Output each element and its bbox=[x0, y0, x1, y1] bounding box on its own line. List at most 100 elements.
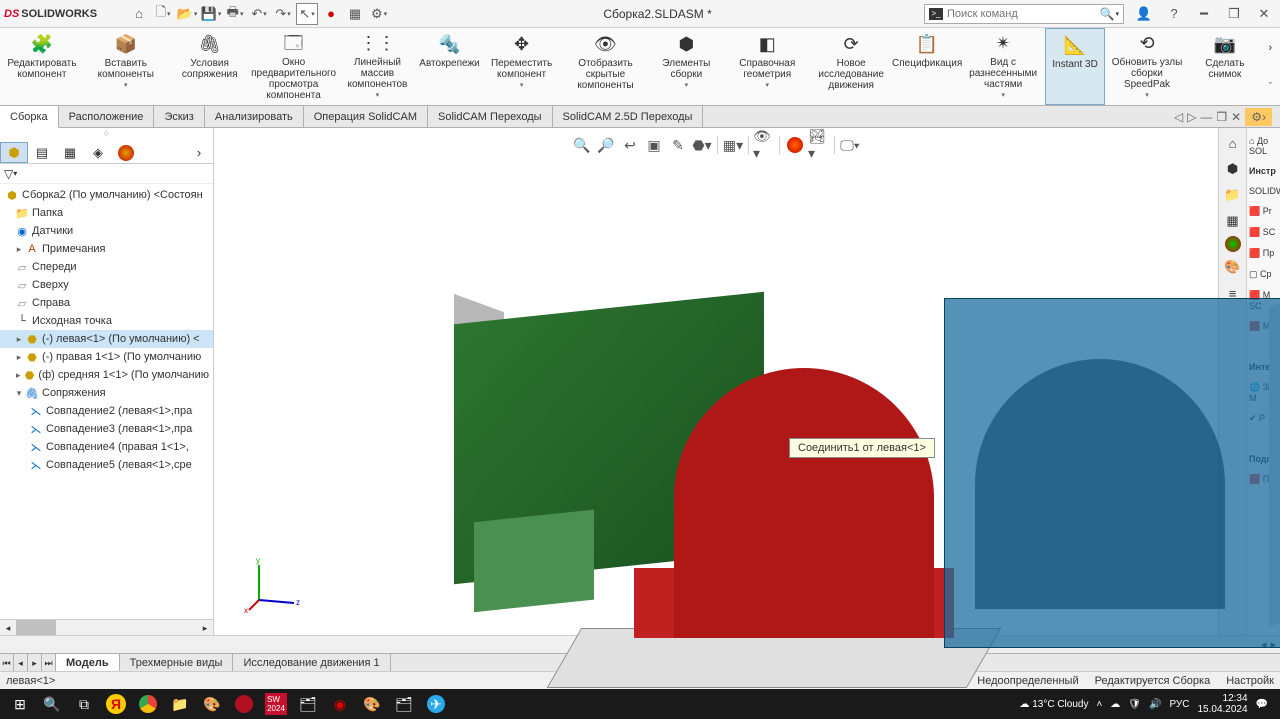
dimxpert-tab-icon[interactable]: ◈ bbox=[84, 142, 112, 163]
select-icon[interactable]: ↖▾ bbox=[296, 3, 318, 25]
panel-next-icon[interactable]: ▷ bbox=[1187, 110, 1196, 124]
bom-button[interactable]: 📋Спецификация bbox=[893, 28, 961, 105]
tree-origin[interactable]: └Исходная точка bbox=[0, 312, 213, 330]
preview-window-button[interactable]: 🗔Окно предварительного просмотра компоне… bbox=[252, 28, 336, 105]
tree-mate-3[interactable]: ⋋Совпадение3 (левая<1>,пра bbox=[0, 420, 213, 438]
tree-part-right[interactable]: ▸⬣(-) правая 1<1> (По умолчанию bbox=[0, 348, 213, 366]
tree-mate-2[interactable]: ⋋Совпадение2 (левая<1>,пра bbox=[0, 402, 213, 420]
view-orientation-icon[interactable]: ⬣▾ bbox=[691, 134, 713, 156]
smart-fasteners-button[interactable]: 🔩Автокрепежи bbox=[419, 28, 479, 105]
mate-button[interactable]: 🖇Условия сопряжения bbox=[168, 28, 252, 105]
tree-part-middle[interactable]: ▸⬣(ф) средняя 1<1> (По умолчанию bbox=[0, 366, 213, 384]
tray-notifications-icon[interactable]: 💬 bbox=[1256, 699, 1268, 710]
tab-solidcam-25d[interactable]: SolidCAM 2.5D Переходы bbox=[553, 106, 704, 127]
app-icon-3[interactable]: 🎨 bbox=[356, 690, 388, 718]
assembly-features-button[interactable]: ⬢Элементы сборки▾ bbox=[647, 28, 725, 105]
panel-max-icon[interactable]: ❐ bbox=[1216, 110, 1227, 124]
tree-root[interactable]: ⬢Сборка2 (По умолчанию) <Состоян bbox=[0, 186, 213, 204]
feature-tree-tab-icon[interactable]: ⬢ bbox=[0, 142, 28, 163]
record-icon[interactable]: ◉ bbox=[324, 690, 356, 718]
minimize-icon[interactable]: ━ bbox=[1193, 3, 1215, 25]
btab-next-icon[interactable]: ▸ bbox=[28, 654, 42, 671]
task-view-icon[interactable]: ⧉ bbox=[68, 690, 100, 718]
insert-components-button[interactable]: 📦Вставить компоненты▾ bbox=[84, 28, 168, 105]
tray-cloud-icon[interactable]: ☁ bbox=[1110, 699, 1120, 710]
tree-sensors[interactable]: ◉Датчики bbox=[0, 222, 213, 240]
filter-icon[interactable]: ▽ bbox=[4, 167, 13, 181]
file-explorer-icon[interactable]: 📁 bbox=[164, 690, 196, 718]
tab-assembly[interactable]: Сборка bbox=[0, 106, 59, 128]
status-settings[interactable]: Настройк bbox=[1226, 675, 1274, 687]
rebuild-icon[interactable]: ● bbox=[320, 3, 342, 25]
close-icon[interactable]: ✕ bbox=[1253, 3, 1275, 25]
solidworks-taskbar-icon[interactable]: SW2024 bbox=[260, 690, 292, 718]
start-button[interactable]: ⊞ bbox=[4, 690, 36, 718]
tray-chevron-icon[interactable]: ˄ bbox=[1096, 699, 1102, 710]
home-icon[interactable]: ⌂ bbox=[128, 3, 150, 25]
tree-mate-4[interactable]: ⋋Совпадение4 (правая 1<1>, bbox=[0, 438, 213, 456]
app-icon-2[interactable]: 🗂 bbox=[292, 690, 324, 718]
extensions-icon[interactable]: ⚙› bbox=[1245, 108, 1272, 126]
ref-geometry-button[interactable]: ◧Справочная геометрия▾ bbox=[725, 28, 809, 105]
panel-close-icon[interactable]: ✕ bbox=[1231, 110, 1241, 124]
panel-min-icon[interactable]: — bbox=[1200, 110, 1212, 124]
property-manager-tab-icon[interactable]: ▤ bbox=[28, 142, 56, 163]
tree-part-left[interactable]: ▸⬣(-) левая<1> (По умолчанию) < bbox=[0, 330, 213, 348]
command-search-input[interactable] bbox=[947, 8, 1100, 20]
tree-plane-front[interactable]: ▱Спереди bbox=[0, 258, 213, 276]
tree-mates[interactable]: ▾🖇Сопряжения bbox=[0, 384, 213, 402]
taskpane-appearances-icon[interactable]: 🎨 bbox=[1222, 256, 1244, 278]
maximize-icon[interactable]: ❐ bbox=[1223, 3, 1245, 25]
display-manager-tab-icon[interactable] bbox=[118, 145, 134, 161]
zoom-area-icon[interactable]: 🔎 bbox=[595, 134, 617, 156]
dynamic-annotation-icon[interactable]: ✎ bbox=[667, 134, 689, 156]
taskpane-design-library-icon[interactable]: 📁 bbox=[1222, 184, 1244, 206]
new-file-icon[interactable]: 🗋▾ bbox=[152, 3, 174, 25]
ribbon-more-icon[interactable]: › bbox=[1269, 42, 1273, 54]
telegram-icon[interactable]: ✈ bbox=[420, 690, 452, 718]
btab-motion-study-1[interactable]: Исследование движения 1 bbox=[233, 654, 390, 671]
taskpane-home-icon[interactable]: ⌂ bbox=[1222, 132, 1244, 154]
btab-model[interactable]: Модель bbox=[56, 654, 120, 671]
graphics-viewport[interactable]: 🔍 🔎 ↩ ▣ ✎ ⬣▾ ▦▾ 👁▾ 🏞▾ 🖵▾ Соединить1 от л… bbox=[214, 128, 1218, 635]
snapshot-button[interactable]: 📷Сделать снимок bbox=[1189, 28, 1261, 105]
motion-study-button[interactable]: ⟳Новое исследование движения bbox=[809, 28, 893, 105]
show-hidden-button[interactable]: 👁Отобразить скрытые компоненты bbox=[564, 28, 648, 105]
configuration-tab-icon[interactable]: ▦ bbox=[56, 142, 84, 163]
tree-folder[interactable]: 📁Папка bbox=[0, 204, 213, 222]
panel-expand-icon[interactable]: › bbox=[185, 142, 213, 163]
open-file-icon[interactable]: 📂▾ bbox=[176, 3, 198, 25]
tray-volume-icon[interactable]: 🔊 bbox=[1149, 699, 1161, 710]
move-component-button[interactable]: ✥Переместить компонент▾ bbox=[480, 28, 564, 105]
edit-appearance-icon[interactable] bbox=[787, 137, 803, 153]
tray-language[interactable]: РУС bbox=[1169, 699, 1189, 710]
yandex-icon[interactable]: Я bbox=[100, 690, 132, 718]
app-icon-4[interactable]: 🗂 bbox=[388, 690, 420, 718]
user-icon[interactable]: 👤 bbox=[1133, 3, 1155, 25]
ribbon-collapse-icon[interactable]: ˇ bbox=[1269, 81, 1272, 91]
search-taskbar-icon[interactable]: 🔍 bbox=[36, 690, 68, 718]
help-icon[interactable]: ? bbox=[1163, 3, 1185, 25]
view-settings-icon[interactable]: 🖵▾ bbox=[839, 134, 861, 156]
undo-icon[interactable]: ↶▾ bbox=[248, 3, 270, 25]
display-style-icon[interactable]: ▦▾ bbox=[722, 134, 744, 156]
speedpak-button[interactable]: ⟲Обновить узлы сборки SpeedPak▾ bbox=[1105, 28, 1189, 105]
save-icon[interactable]: 💾▾ bbox=[200, 3, 222, 25]
tray-wifi-icon[interactable]: 🛡 bbox=[1128, 699, 1141, 710]
hide-show-icon[interactable]: 👁▾ bbox=[753, 134, 775, 156]
options-icon[interactable]: ▦ bbox=[344, 3, 366, 25]
taskpane-file-explorer-icon[interactable]: ▦ bbox=[1222, 210, 1244, 232]
taskpane-view-palette-icon[interactable] bbox=[1225, 236, 1241, 252]
btab-first-icon[interactable]: ⏮ bbox=[0, 654, 14, 671]
btab-prev-icon[interactable]: ◂ bbox=[14, 654, 28, 671]
tab-solidcam-operation[interactable]: Операция SolidCAM bbox=[304, 106, 428, 127]
command-search[interactable]: >_ 🔍▾ bbox=[924, 4, 1124, 24]
print-icon[interactable]: 🖶▾ bbox=[224, 3, 246, 25]
taskpane-resources-icon[interactable]: ⬢ bbox=[1222, 158, 1244, 180]
edit-component-button[interactable]: 🧩Редактировать компонент bbox=[0, 28, 84, 105]
tree-mate-5[interactable]: ⋋Совпадение5 (левая<1>,сре bbox=[0, 456, 213, 474]
panel-prev-icon[interactable]: ◁ bbox=[1174, 110, 1183, 124]
tree-plane-right[interactable]: ▱Справа bbox=[0, 294, 213, 312]
btab-3d-views[interactable]: Трехмерные виды bbox=[120, 654, 234, 671]
tab-sketch[interactable]: Эскиз bbox=[154, 106, 204, 127]
